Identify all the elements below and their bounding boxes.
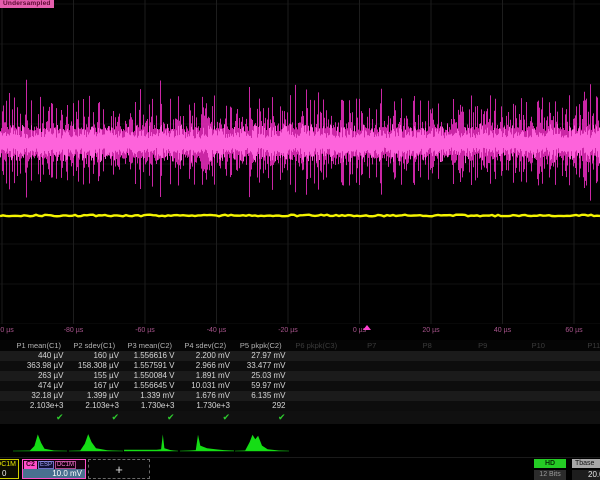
hd-bits-label: 12 Bits — [534, 470, 566, 480]
measurement-value: 27.97 mV — [233, 351, 286, 361]
measurement-value: 363.98 µV — [11, 361, 64, 371]
measurement-value: 2.200 mV — [178, 351, 231, 361]
measurement-value: 25.03 mV — [233, 371, 286, 381]
time-axis: -100 µs-80 µs-60 µs-40 µs-20 µs0 µs20 µs… — [0, 324, 600, 339]
time-axis-tick: -60 µs — [135, 327, 155, 334]
c2-volts-per-div: 10.0 mV — [23, 469, 85, 478]
measurement-value: 10.031 mV — [178, 381, 231, 391]
parameter-header[interactable]: P6 pkpk(C3) — [289, 340, 345, 351]
measurement-value: 263 µV — [11, 371, 64, 381]
parameter-histicon[interactable] — [123, 430, 179, 454]
oscilloscope-screen: Undersampled -100 µs -80 µs -60 µs -40 µs -2… — [0, 0, 600, 480]
measurement-value: 160 µV — [67, 351, 120, 361]
time-axis-tick: 60 µs — [565, 327, 582, 334]
measurement-value: 1.550084 V — [122, 371, 175, 381]
add-trace-button[interactable]: + — [88, 459, 150, 479]
measurement-value: 59.97 mV — [233, 381, 286, 391]
measurement-table: P1 mean(C1)440 µV363.98 µV263 µV474 µV32… — [0, 340, 600, 424]
parameter-header[interactable]: P3 mean(C2) — [122, 340, 178, 351]
measurement-column: P2 sdev(C1)160 µV158.308 µV155 µV167 µV1… — [67, 340, 123, 424]
parameter-histicon[interactable] — [68, 430, 124, 454]
undersampled-indicator: Undersampled — [0, 0, 54, 8]
measurement-value: 1.891 mV — [178, 371, 231, 381]
measurement-value: 1.556616 V — [122, 351, 175, 361]
measurement-value: 1.399 µV — [67, 391, 120, 401]
c1-volts-per-div: 0 mV — [2, 469, 18, 479]
measurement-value: 1.557591 V — [122, 361, 175, 371]
trigger-position-marker[interactable] — [363, 325, 371, 330]
status-check-icon: ✔ — [222, 411, 230, 423]
measurement-column: P9 — [455, 340, 511, 424]
measurement-value: 1.730e+3 — [122, 401, 175, 411]
parameter-header[interactable]: P1 mean(C1) — [11, 340, 67, 351]
timebase-value: 20.0 — [572, 470, 600, 480]
histicon-strip — [0, 430, 600, 456]
measurement-value: 32.18 µV — [11, 391, 64, 401]
measurement-value: 1.730e+3 — [178, 401, 231, 411]
waveform-traces — [0, 0, 600, 324]
time-axis-tick: -40 µs — [207, 327, 227, 334]
status-check-icon: ✔ — [111, 411, 119, 423]
measurement-column: P1 mean(C1)440 µV363.98 µV263 µV474 µV32… — [11, 340, 67, 424]
parameter-header[interactable]: P11 — [566, 340, 600, 351]
measurement-value: 2.103e+3 — [11, 401, 64, 411]
measurement-value: 474 µV — [11, 381, 64, 391]
measurement-column: P5 pkpk(C2)27.97 mV33.477 mV25.03 mV59.9… — [233, 340, 289, 424]
parameter-header[interactable]: P2 sdev(C1) — [67, 340, 123, 351]
status-check-icon: ✔ — [56, 411, 64, 423]
measurement-column: P11 — [566, 340, 600, 424]
measurement-value: 292 — [233, 401, 286, 411]
time-axis-tick: -20 µs — [278, 327, 298, 334]
measurement-column: P7 — [344, 340, 400, 424]
c2-name-badge: C2 — [24, 461, 37, 469]
measurement-value: 167 µV — [67, 381, 120, 391]
parameter-header[interactable]: P10 — [511, 340, 567, 351]
descriptor-bar: DC1M 0 mV C2 ESP DC1M 10.0 mV + HD 12 Bi… — [0, 457, 600, 480]
measurement-value: 440 µV — [11, 351, 64, 361]
measurement-column: P3 mean(C2)1.556616 V1.557591 V1.550084 … — [122, 340, 178, 424]
parameter-histicon[interactable] — [234, 430, 290, 454]
measurement-column: P4 sdev(C2)2.200 mV2.966 mV1.891 mV10.03… — [178, 340, 234, 424]
measurement-value: 158.308 µV — [67, 361, 120, 371]
measurement-value: 2.966 mV — [178, 361, 231, 371]
waveform-grid-area[interactable]: Undersampled — [0, 0, 600, 324]
c1-coupling-label: DC1M — [0, 460, 16, 469]
measurement-column: P6 pkpk(C3) — [289, 340, 345, 424]
measurement-column: P8 — [400, 340, 456, 424]
measurement-value: 155 µV — [67, 371, 120, 381]
measurement-value: 6.135 mV — [233, 391, 286, 401]
measurement-value: 1.556645 V — [122, 381, 175, 391]
parameter-histicon[interactable] — [179, 430, 235, 454]
measurement-column: P10 — [511, 340, 567, 424]
parameter-header[interactable]: P4 sdev(C2) — [178, 340, 234, 351]
time-axis-tick: 40 µs — [494, 327, 511, 334]
measurement-value: 2.103e+3 — [67, 401, 120, 411]
measurement-value: 33.477 mV — [233, 361, 286, 371]
timebase-descriptor[interactable]: Tbase — [572, 459, 600, 468]
time-axis-tick: -80 µs — [64, 327, 84, 334]
hd-mode-badge[interactable]: HD — [534, 459, 566, 468]
status-check-icon: ✔ — [167, 411, 175, 423]
parameter-header[interactable]: P9 — [455, 340, 511, 351]
measurement-value: 1.676 mV — [178, 391, 231, 401]
parameter-header[interactable]: P7 — [344, 340, 400, 351]
channel-c2-descriptor[interactable]: C2 ESP DC1M 10.0 mV — [22, 459, 86, 479]
c2-badge-row: C2 ESP DC1M — [23, 460, 85, 469]
parameter-header[interactable]: P8 — [400, 340, 456, 351]
parameter-header[interactable]: P5 pkpk(C2) — [233, 340, 289, 351]
parameter-histicon[interactable] — [12, 430, 68, 454]
c2-coupling-badge: DC1M — [55, 461, 76, 469]
status-check-icon: ✔ — [278, 411, 286, 423]
time-axis-tick: 20 µs — [422, 327, 439, 334]
channel-c1-descriptor[interactable]: DC1M 0 mV — [0, 459, 19, 479]
c2-esp-badge: ESP — [38, 461, 54, 469]
measurement-value: 1.339 mV — [122, 391, 175, 401]
time-axis-tick: -100 µs — [0, 327, 14, 334]
